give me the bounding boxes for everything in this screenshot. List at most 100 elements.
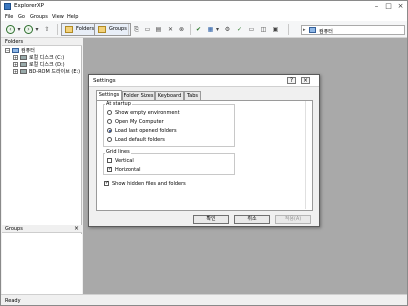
ok-button[interactable]: 확인	[193, 215, 229, 224]
computer-icon	[309, 27, 316, 33]
tree-item-drive-d[interactable]: + 로컬 디스크 (D:)	[13, 61, 65, 68]
tile-horizontal-icon[interactable]: ▭	[247, 25, 256, 34]
tab-settings[interactable]: Settings	[96, 90, 122, 100]
tree-item-label: BD-ROM 드라이브 (E:)	[29, 69, 81, 75]
settings-dialog: Settings ? × Settings Folder Sizes Keybo…	[88, 74, 320, 227]
computer-icon	[12, 48, 19, 53]
bd-rom-icon	[20, 69, 27, 74]
settings-icon[interactable]: ⚙	[223, 25, 232, 34]
folders-panel-header: Folders	[2, 38, 82, 46]
dialog-close-button[interactable]: ×	[301, 77, 310, 84]
radio-button[interactable]	[107, 110, 112, 115]
forward-icon[interactable]: ›	[24, 25, 33, 34]
groups-panel-header: Groups ×	[2, 225, 82, 233]
tab-keyboard[interactable]: Keyboard	[155, 91, 184, 100]
radio-button[interactable]	[107, 137, 112, 142]
startup-group-label: At startup	[105, 101, 132, 107]
radio-open-my-computer[interactable]: Open My Computer	[107, 119, 164, 125]
dialog-title: Settings	[93, 78, 116, 84]
apply-button[interactable]: 적용(A)	[275, 215, 311, 224]
dialog-title-bar: Settings ? ×	[89, 75, 319, 87]
toolbar-separator	[57, 24, 58, 35]
menu-help[interactable]: Help	[67, 14, 78, 20]
title-bar: ExplorerXP – □ ×	[1, 1, 407, 12]
toolbar-separator	[190, 24, 191, 35]
menu-view[interactable]: View	[52, 14, 64, 20]
copy-icon[interactable]: ⎘	[132, 25, 141, 34]
radio-load-last-opened[interactable]: Load last opened folders	[107, 128, 177, 134]
folders-toggle-button[interactable]: Folders	[61, 23, 99, 36]
checkbox-label: Show hidden files and folders	[112, 181, 186, 187]
checkbox[interactable]	[107, 158, 112, 163]
toolbar-separator	[128, 24, 129, 35]
back-dropdown-icon[interactable]: ▾	[16, 25, 22, 34]
cascade-icon[interactable]: ▣	[271, 25, 280, 34]
checkbox-horizontal[interactable]: ✓ Horizontal	[107, 167, 141, 173]
groups-toggle-button[interactable]: Groups	[94, 23, 131, 36]
checkbox-label: Horizontal	[115, 167, 141, 173]
tab-folder-sizes[interactable]: Folder Sizes	[122, 91, 155, 100]
tab-tabs[interactable]: Tabs	[184, 91, 201, 100]
groups-panel-title: Groups	[5, 226, 23, 232]
menu-bar: File Go Groups View Help	[1, 12, 407, 21]
radio-label: Open My Computer	[115, 119, 164, 125]
address-bar[interactable]: ▸ 컴퓨터	[301, 25, 405, 35]
groups-list[interactable]	[2, 234, 82, 294]
groups-icon	[98, 26, 106, 33]
radio-label: Show empty environment	[115, 110, 180, 116]
tile-vertical-icon[interactable]: ◫	[259, 25, 268, 34]
checkbox-checked[interactable]: ✓	[107, 167, 112, 172]
disk-icon	[20, 62, 27, 67]
close-button[interactable]: ×	[395, 2, 406, 10]
menu-groups[interactable]: Groups	[30, 14, 48, 20]
folders-panel-title: Folders	[5, 39, 24, 45]
radio-empty-environment[interactable]: Show empty environment	[107, 110, 180, 116]
gridlines-group-label: Grid lines	[105, 149, 131, 155]
checkbox-show-hidden[interactable]: ✓ Show hidden files and folders	[104, 181, 186, 187]
status-text: Ready	[5, 298, 21, 304]
collapse-icon[interactable]: −	[5, 48, 10, 53]
refresh-icon[interactable]: ✔	[194, 25, 203, 34]
radio-label: Load last opened folders	[115, 128, 177, 134]
menu-go[interactable]: Go	[18, 14, 25, 20]
toolbar-separator	[288, 24, 289, 35]
views-icon[interactable]: ▦	[206, 25, 215, 34]
paste-icon[interactable]: ▤	[154, 25, 163, 34]
radio-button-selected[interactable]	[107, 128, 112, 133]
tree-item-drive-e[interactable]: + BD-ROM 드라이브 (E:)	[13, 68, 80, 75]
up-folder-icon[interactable]: ⇧	[42, 25, 52, 34]
left-panel: Folders − 컴퓨터 + 로컬 디스크 (C:) + 로컬 디스크 (D:) +…	[2, 38, 82, 294]
expand-icon[interactable]: +	[13, 69, 18, 74]
folders-icon	[65, 26, 73, 33]
select-icon[interactable]: ✓	[235, 25, 244, 34]
menu-file[interactable]: File	[5, 14, 13, 20]
minimize-button[interactable]: –	[371, 2, 382, 10]
toolbar: ‹ ▾ › ▾ ⇧ Folders Groups ⎘ ▭ ▤ ✕ ⊗ ✔ ▦ ▾…	[1, 21, 407, 38]
tree-item-computer[interactable]: − 컴퓨터	[5, 47, 35, 54]
views-dropdown-icon[interactable]: ▾	[215, 25, 220, 34]
tab-page-scrollbar[interactable]	[305, 101, 310, 209]
move-to-folder-icon[interactable]: ▭	[143, 25, 152, 34]
radio-button[interactable]	[107, 119, 112, 124]
expand-icon[interactable]: +	[13, 55, 18, 60]
checkbox-checked[interactable]: ✓	[104, 181, 109, 186]
radio-label: Load default folders	[115, 137, 165, 143]
address-input[interactable]: 컴퓨터	[319, 28, 333, 35]
groups-panel-close-icon[interactable]: ×	[74, 225, 79, 233]
folders-toggle-label: Folders	[76, 26, 95, 32]
properties-icon[interactable]: ⊗	[177, 25, 186, 34]
address-dropdown-icon[interactable]: ▸	[303, 27, 306, 33]
cancel-button[interactable]: 취소	[234, 215, 270, 224]
tree-item-drive-c[interactable]: + 로컬 디스크 (C:)	[13, 54, 64, 61]
delete-icon[interactable]: ✕	[166, 25, 175, 34]
maximize-button[interactable]: □	[383, 2, 394, 10]
expand-icon[interactable]: +	[13, 62, 18, 67]
back-icon[interactable]: ‹	[6, 25, 15, 34]
window-title: ExplorerXP	[14, 3, 44, 9]
dialog-help-button[interactable]: ?	[287, 77, 296, 84]
checkbox-vertical[interactable]: Vertical	[107, 158, 134, 164]
app-icon	[4, 3, 11, 10]
radio-load-default[interactable]: Load default folders	[107, 137, 165, 143]
forward-dropdown-icon[interactable]: ▾	[34, 25, 40, 34]
groups-toggle-label: Groups	[109, 26, 127, 32]
